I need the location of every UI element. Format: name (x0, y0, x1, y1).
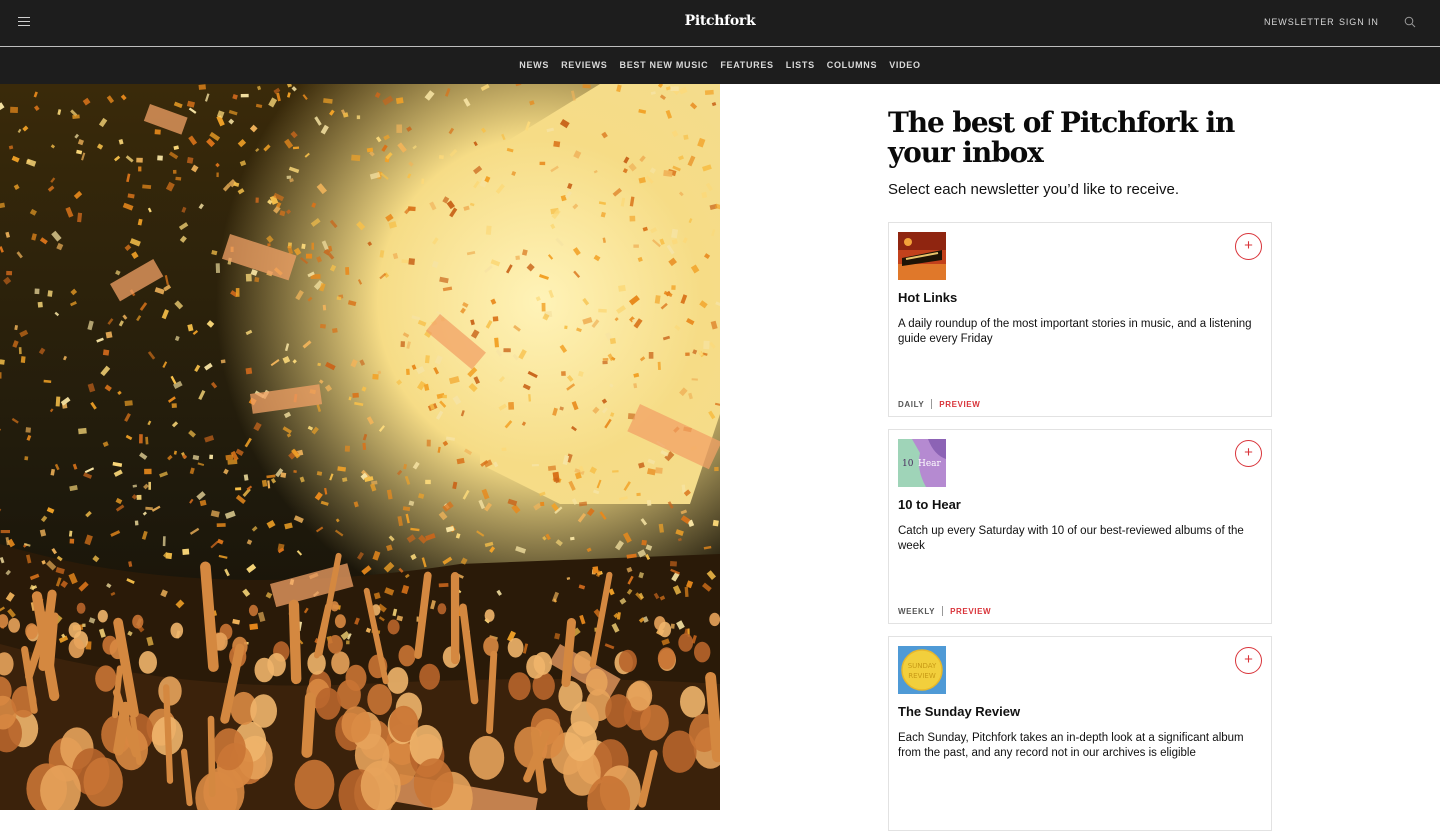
newsletter-card-10-to-hear: 10 Hear + 10 to Hear Catch up every Satu… (888, 429, 1272, 624)
newsletter-card-sunday-review: SUNDAY REVIEW + The Sunday Review Each S… (888, 636, 1272, 831)
card-title: The Sunday Review (898, 704, 1020, 719)
card-meta: WEEKLY PREVIEW (898, 606, 991, 616)
ten-to-hear-thumbnail: 10 Hear (898, 439, 946, 487)
hot-links-thumbnail (898, 232, 946, 280)
add-10-to-hear-button[interactable]: + (1235, 440, 1262, 467)
hamburger-icon[interactable] (18, 17, 30, 29)
card-description: A daily roundup of the most important st… (898, 317, 1258, 347)
svg-text:Hear: Hear (918, 459, 942, 469)
frequency-label: WEEKLY (898, 607, 935, 616)
nav-lists[interactable]: LISTS (786, 60, 815, 70)
hero-image (0, 84, 720, 810)
nav-video[interactable]: VIDEO (889, 60, 921, 70)
sunday-review-thumbnail: SUNDAY REVIEW (898, 646, 946, 694)
search-icon[interactable] (1404, 16, 1416, 28)
card-description: Each Sunday, Pitchfork takes an in-depth… (898, 731, 1258, 761)
meta-divider (931, 399, 932, 409)
svg-text:SUNDAY: SUNDAY (908, 662, 937, 670)
nav-reviews[interactable]: REVIEWS (561, 60, 607, 70)
preview-link[interactable]: PREVIEW (950, 607, 991, 616)
preview-link[interactable]: PREVIEW (939, 400, 980, 409)
newsletter-card-hot-links: + Hot Links A daily roundup of the most … (888, 222, 1272, 417)
svg-text:10: 10 (902, 459, 914, 469)
add-hot-links-button[interactable]: + (1235, 233, 1262, 260)
site-logo[interactable]: Pitchfork (685, 13, 756, 29)
nav-features[interactable]: FEATURES (720, 60, 773, 70)
frequency-label: DAILY (898, 400, 924, 409)
add-sunday-review-button[interactable]: + (1235, 647, 1262, 674)
nav-news[interactable]: NEWS (519, 60, 549, 70)
top-bar: Pitchfork NEWSLETTER SIGN IN (0, 0, 1440, 47)
card-meta: DAILY PREVIEW (898, 399, 980, 409)
page-title: The best of Pitchfork in your inbox (888, 108, 1272, 168)
sign-in-link[interactable]: SIGN IN (1339, 17, 1379, 27)
card-description: Catch up every Saturday with 10 of our b… (898, 524, 1258, 554)
meta-divider (942, 606, 943, 616)
svg-text:REVIEW: REVIEW (908, 672, 936, 680)
card-title: Hot Links (898, 290, 957, 305)
card-title: 10 to Hear (898, 497, 961, 512)
main-nav: NEWS REVIEWS BEST NEW MUSIC FEATURES LIS… (0, 47, 1440, 84)
nav-best-new-music[interactable]: BEST NEW MUSIC (620, 60, 709, 70)
nav-columns[interactable]: COLUMNS (827, 60, 877, 70)
page-subtitle: Select each newsletter you’d like to rec… (888, 181, 1272, 198)
newsletter-link[interactable]: NEWSLETTER (1264, 17, 1335, 27)
